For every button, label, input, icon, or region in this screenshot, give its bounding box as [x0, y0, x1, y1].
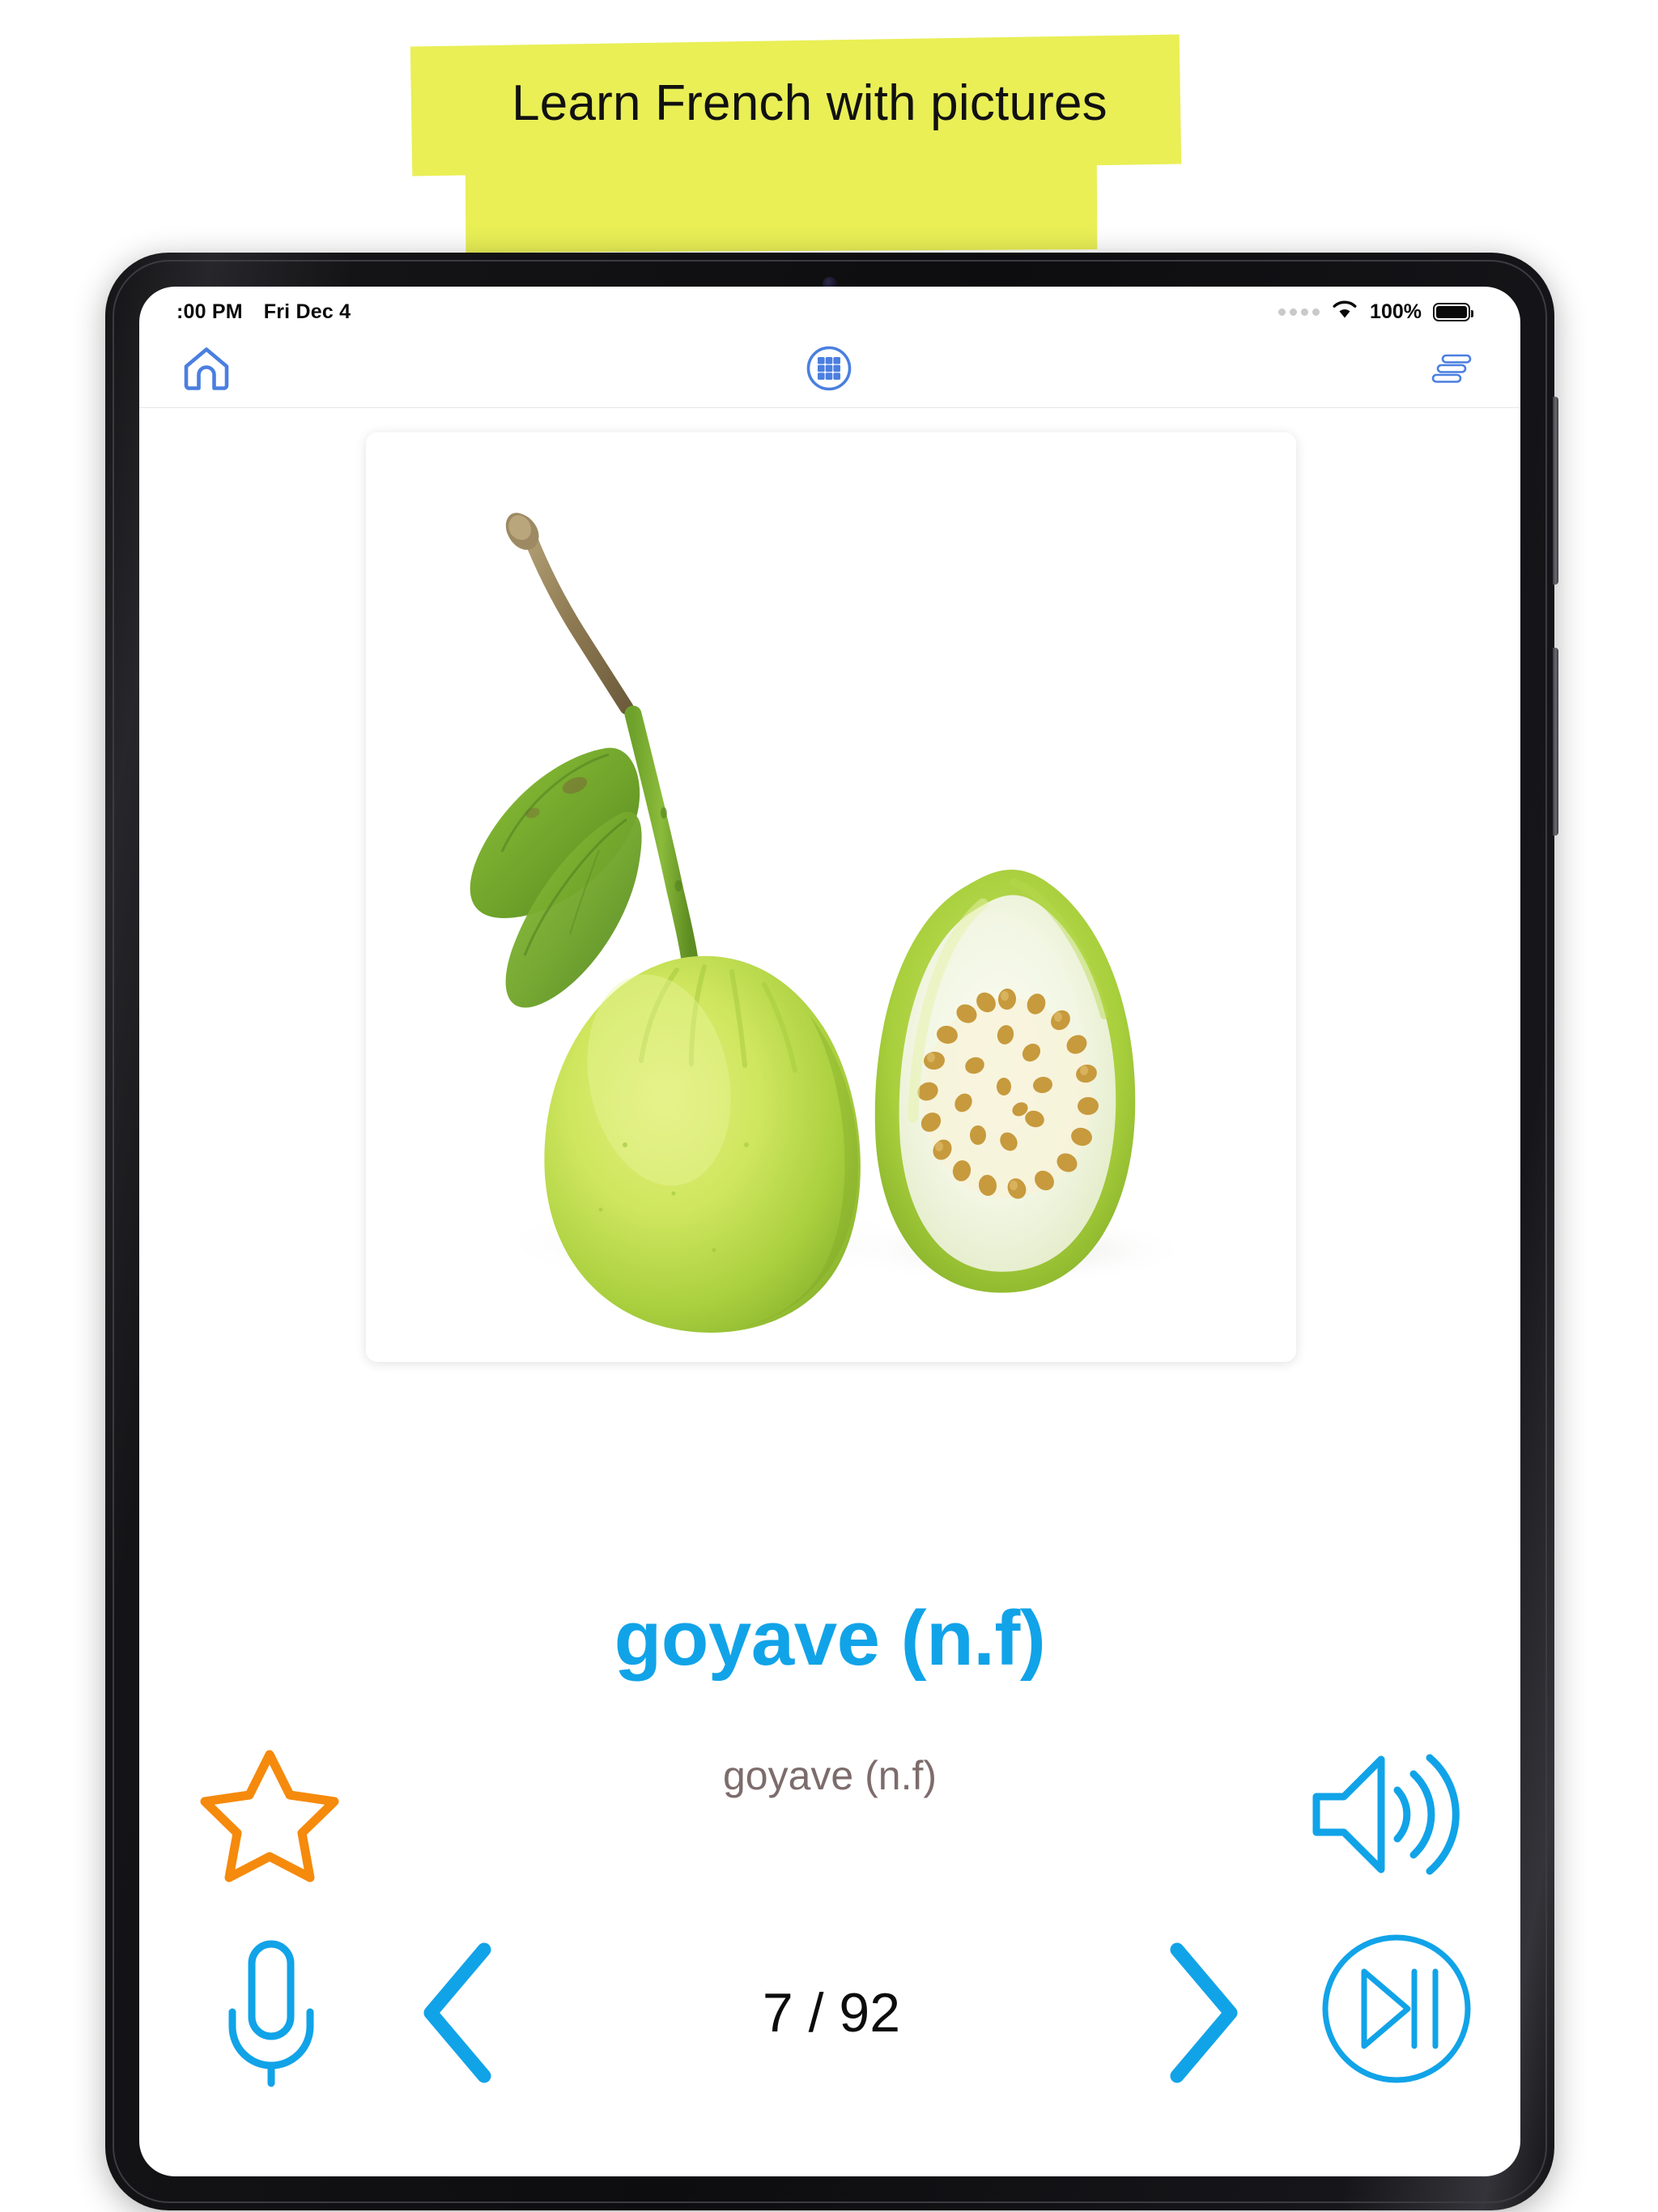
record-button[interactable]: [210, 1932, 332, 2094]
signal-dots-icon: [1278, 308, 1320, 316]
home-button[interactable]: [181, 345, 232, 396]
next-card-button[interactable]: [1133, 1932, 1271, 2094]
speaker-waves-icon: [1307, 1746, 1465, 1882]
wifi-icon: [1331, 299, 1358, 325]
status-bar: :00 PM Fri Dec 4 100%: [139, 287, 1520, 334]
flashcard-image[interactable]: [366, 432, 1296, 1362]
status-indicators: 100%: [1278, 299, 1473, 325]
promo-banner: Learn French with pictures: [405, 32, 1214, 253]
card-counter: 7 / 92: [762, 1982, 901, 2044]
grid-view-button[interactable]: [806, 345, 852, 396]
pronounce-button[interactable]: [1305, 1738, 1467, 1891]
status-time: :00 PM: [176, 300, 243, 323]
battery-percent-label: 100%: [1370, 300, 1422, 323]
screenshot-root: Learn French with pictures :00 PM Fri De…: [0, 0, 1658, 2212]
app-toolbar: [139, 334, 1520, 408]
tablet-screen: :00 PM Fri Dec 4 100% goyave (n.f) goyav…: [139, 287, 1520, 2176]
star-outline-icon: [197, 1745, 342, 1884]
grid-circle-icon: [806, 345, 852, 396]
tablet-device: :00 PM Fri Dec 4 100% goyave (n.f) goyav…: [105, 253, 1558, 2210]
battery-full-icon: [1433, 302, 1473, 321]
chevron-right-icon: [1158, 1940, 1247, 2086]
promo-headline: Learn French with pictures: [512, 75, 1107, 131]
staggered-list-icon: [1426, 349, 1478, 392]
microphone-icon: [216, 1938, 326, 2088]
previous-card-button[interactable]: [390, 1932, 528, 2094]
volume-down-button[interactable]: [1553, 648, 1558, 836]
volume-up-button[interactable]: [1553, 397, 1558, 585]
chevron-left-icon: [414, 1940, 504, 2086]
banner-highlight-bottom: [465, 139, 1098, 253]
status-date: Fri Dec 4: [263, 300, 351, 323]
favorite-button[interactable]: [193, 1738, 346, 1891]
autoplay-button[interactable]: [1312, 1924, 1482, 2094]
list-options-button[interactable]: [1426, 349, 1478, 392]
skip-next-circle-icon: [1317, 1929, 1476, 2088]
flashcard-word-primary: goyave (n.f): [614, 1595, 1046, 1682]
home-icon: [181, 345, 232, 396]
